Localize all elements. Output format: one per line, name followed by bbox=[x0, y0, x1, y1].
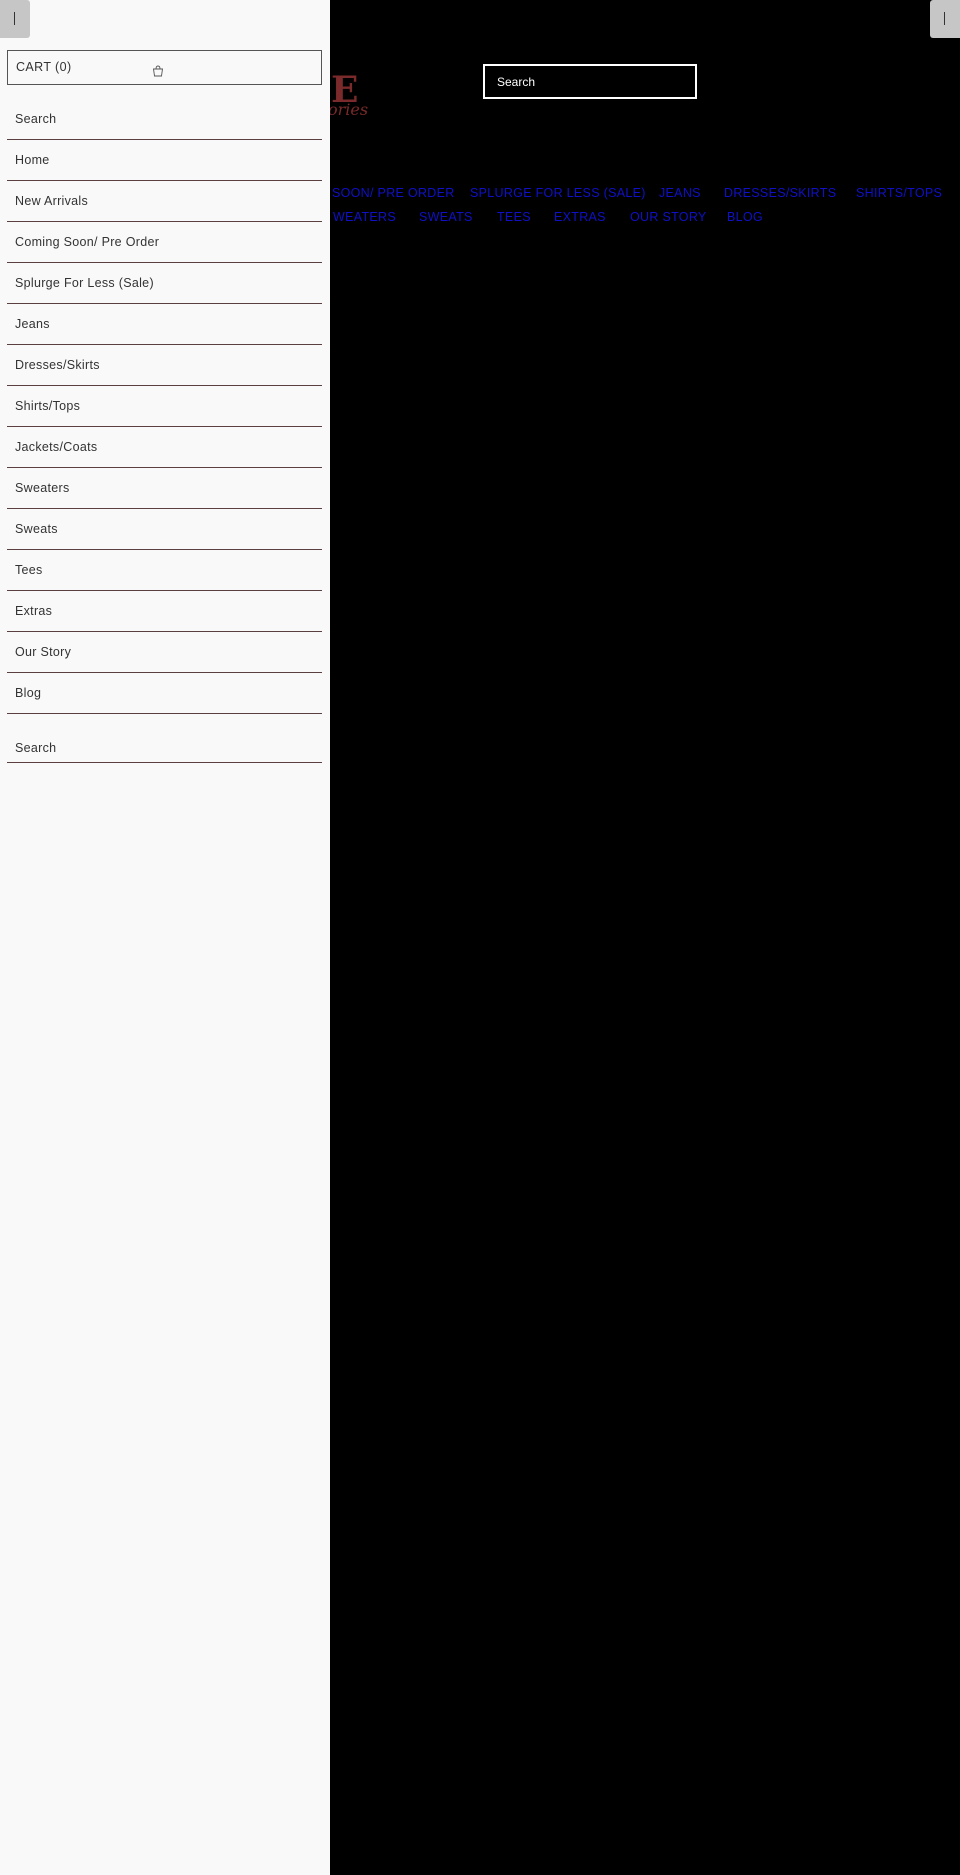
close-drawer-button-right[interactable] bbox=[930, 0, 960, 38]
drawer-menu-item-label: Sweats bbox=[15, 522, 58, 536]
drawer-menu-item-our-story[interactable]: Our Story bbox=[7, 632, 322, 673]
nav-link-coming-soon[interactable]: SOON/ PRE ORDER bbox=[332, 186, 455, 200]
main-nav-row-2: WEATERS SWEATS TEES EXTRAS OUR STORY BLO… bbox=[330, 210, 960, 234]
drawer-menu-item-home[interactable]: Home bbox=[7, 140, 322, 181]
drawer-menu-item-label: Shirts/Tops bbox=[15, 399, 81, 413]
page: E ories SOON/ PRE ORDER SPLURGE FOR LESS… bbox=[0, 0, 960, 1875]
drawer-menu-item-jackets[interactable]: Jackets/Coats bbox=[7, 427, 322, 468]
nav-link-sweats[interactable]: SWEATS bbox=[419, 210, 473, 224]
nav-link-extras[interactable]: EXTRAS bbox=[554, 210, 606, 224]
drawer-menu-item-label: Sweaters bbox=[15, 481, 70, 495]
drawer-menu-item-shirts[interactable]: Shirts/Tops bbox=[7, 386, 322, 427]
menu-toggle-icon bbox=[14, 12, 15, 25]
nav-link-blog[interactable]: BLOG bbox=[727, 210, 763, 224]
drawer-menu-item-tees[interactable]: Tees bbox=[7, 550, 322, 591]
drawer-menu-item-label: Search bbox=[15, 112, 57, 126]
drawer-search-input[interactable] bbox=[7, 733, 322, 762]
drawer-menu-item-coming-soon[interactable]: Coming Soon/ Pre Order bbox=[7, 222, 322, 263]
close-drawer-button[interactable] bbox=[0, 0, 30, 38]
drawer-menu-item-dresses[interactable]: Dresses/Skirts bbox=[7, 345, 322, 386]
header-search bbox=[483, 64, 697, 99]
drawer-menu-item-label: Tees bbox=[15, 563, 43, 577]
drawer-menu-item-sale[interactable]: Splurge For Less (Sale) bbox=[7, 263, 322, 304]
cart-button[interactable]: CART (0) bbox=[7, 50, 322, 85]
nav-link-shirts[interactable]: SHIRTS/TOPS bbox=[856, 186, 942, 200]
nav-link-sale[interactable]: SPLURGE FOR LESS (SALE) bbox=[470, 186, 646, 200]
drawer-menu-item-label: Splurge For Less (Sale) bbox=[15, 276, 154, 290]
main-nav: SOON/ PRE ORDER SPLURGE FOR LESS (SALE) … bbox=[330, 186, 960, 234]
shopping-bag-icon bbox=[152, 65, 164, 77]
nav-link-our-story[interactable]: OUR STORY bbox=[630, 210, 707, 224]
drawer-menu-item-label: Extras bbox=[15, 604, 53, 618]
nav-link-tees[interactable]: TEES bbox=[497, 210, 531, 224]
drawer-menu-item-blog[interactable]: Blog bbox=[7, 673, 322, 714]
mobile-drawer: CART (0) Search Home New Arrivals Coming… bbox=[0, 0, 330, 1875]
drawer-menu-item-label: Blog bbox=[15, 686, 42, 700]
drawer-menu-item-label: Our Story bbox=[15, 645, 72, 659]
drawer-menu-item-sweats[interactable]: Sweats bbox=[7, 509, 322, 550]
nav-link-dresses[interactable]: DRESSES/SKIRTS bbox=[724, 186, 836, 200]
drawer-menu-item-label: Dresses/Skirts bbox=[15, 358, 100, 372]
nav-link-jeans[interactable]: JEANS bbox=[659, 186, 701, 200]
nav-link-sweaters[interactable]: WEATERS bbox=[333, 210, 396, 224]
cart-label: CART (0) bbox=[16, 60, 72, 74]
drawer-menu-item-label: New Arrivals bbox=[15, 194, 89, 208]
menu-toggle-icon bbox=[944, 12, 945, 25]
drawer-menu-item-new-arrivals[interactable]: New Arrivals bbox=[7, 181, 322, 222]
drawer-search bbox=[7, 733, 322, 763]
drawer-menu-item-label: Coming Soon/ Pre Order bbox=[15, 235, 160, 249]
drawer-menu-item-search[interactable]: Search bbox=[7, 99, 322, 140]
drawer-menu: Search Home New Arrivals Coming Soon/ Pr… bbox=[7, 99, 322, 714]
header-search-input[interactable] bbox=[485, 66, 695, 97]
drawer-menu-item-label: Jackets/Coats bbox=[15, 440, 98, 454]
drawer-menu-item-extras[interactable]: Extras bbox=[7, 591, 322, 632]
main-nav-row-1: SOON/ PRE ORDER SPLURGE FOR LESS (SALE) … bbox=[330, 186, 960, 210]
logo-bottom-text: ories bbox=[328, 100, 369, 119]
drawer-menu-item-jeans[interactable]: Jeans bbox=[7, 304, 322, 345]
drawer-menu-item-label: Jeans bbox=[15, 317, 50, 331]
drawer-menu-item-label: Home bbox=[15, 153, 50, 167]
drawer-menu-item-sweaters[interactable]: Sweaters bbox=[7, 468, 322, 509]
